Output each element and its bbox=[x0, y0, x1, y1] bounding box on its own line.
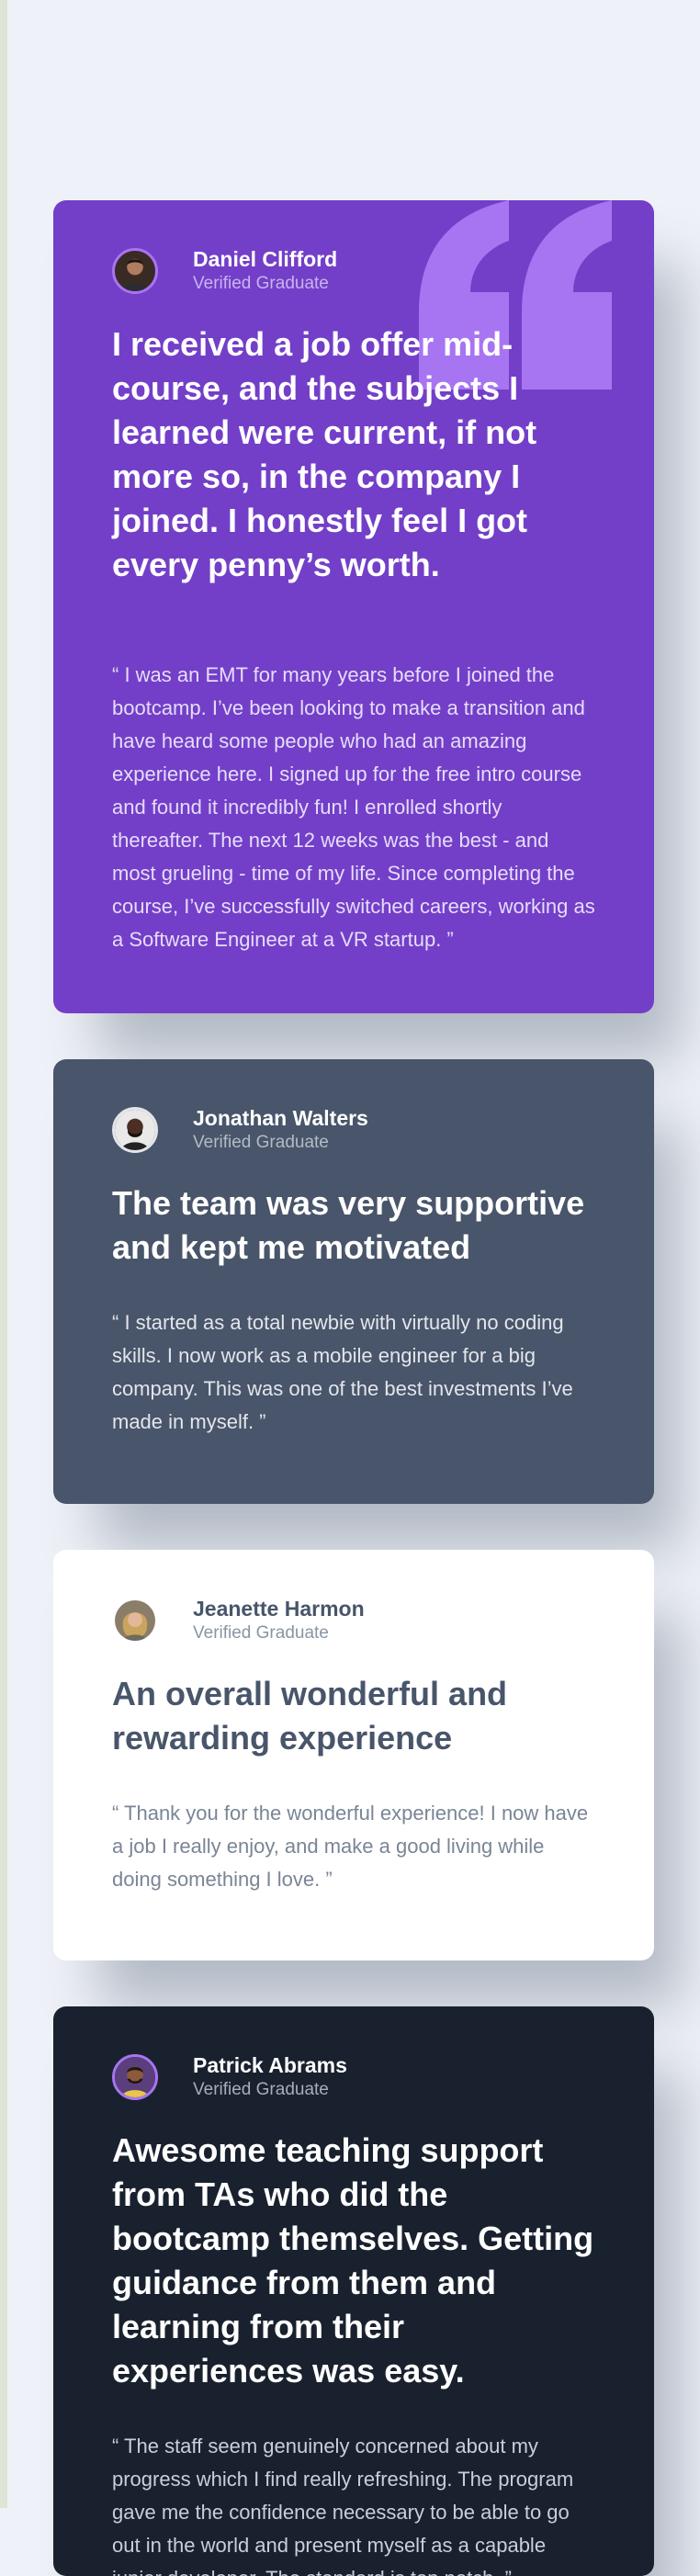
avatar-jonathan-icon bbox=[112, 1106, 158, 1153]
author-role: Verified Graduate bbox=[193, 1623, 329, 1643]
author-role: Verified Graduate bbox=[193, 2080, 329, 2099]
author-role: Verified Graduate bbox=[193, 1133, 329, 1152]
author-name: Jeanette Harmon bbox=[193, 1597, 365, 1621]
testimonial-headline: I received a job offer mid-course, and t… bbox=[112, 325, 537, 583]
author-info: Daniel Clifford Verified Graduate bbox=[112, 246, 595, 295]
testimonial-card-daniel: Daniel Clifford Verified Graduate I rece… bbox=[53, 200, 654, 1013]
avatar-daniel-icon bbox=[112, 247, 158, 294]
avatar-jeanette-icon bbox=[112, 1598, 158, 1644]
author-name: Patrick Abrams bbox=[193, 2053, 347, 2077]
author-name: Daniel Clifford bbox=[193, 247, 338, 271]
testimonials-grid: Daniel Clifford Verified Graduate I rece… bbox=[0, 0, 700, 2576]
testimonial-card-jeanette: Jeanette Harmon Verified Graduate An ove… bbox=[53, 1550, 654, 1960]
author-info: Jeanette Harmon Verified Graduate bbox=[112, 1596, 595, 1644]
testimonial-headline: Awesome teaching support from TAs who di… bbox=[112, 2131, 594, 2390]
testimonial-card-jonathan: Jonathan Walters Verified Graduate The t… bbox=[53, 1059, 654, 1504]
testimonial-body: “ Thank you for the wonderful experience… bbox=[112, 1802, 589, 1891]
testimonial-card-patrick: Patrick Abrams Verified Graduate Awesome… bbox=[53, 2006, 654, 2576]
avatar-patrick-icon bbox=[112, 2053, 158, 2100]
testimonial-body: “ The staff seem genuinely concerned abo… bbox=[112, 2435, 574, 2576]
testimonial-body: “ I was an EMT for many years before I j… bbox=[112, 663, 595, 951]
testimonial-headline: The team was very supportive and kept me… bbox=[112, 1184, 585, 1266]
author-info: Patrick Abrams Verified Graduate bbox=[112, 2052, 595, 2101]
testimonial-headline: An overall wonderful and rewarding exper… bbox=[112, 1675, 508, 1757]
author-name: Jonathan Walters bbox=[193, 1106, 368, 1130]
author-info: Jonathan Walters Verified Graduate bbox=[112, 1105, 595, 1154]
author-role: Verified Graduate bbox=[193, 274, 329, 293]
testimonial-body: “ I started as a total newbie with virtu… bbox=[112, 1311, 573, 1433]
